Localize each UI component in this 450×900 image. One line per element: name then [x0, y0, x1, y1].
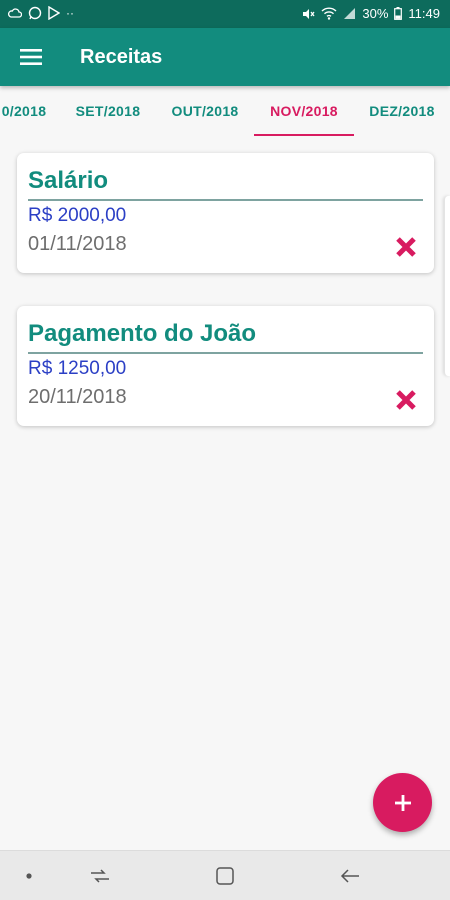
- whatsapp-icon: [28, 6, 42, 20]
- tab-set-2018[interactable]: SET/2018: [60, 86, 156, 136]
- tab-ago-2018[interactable]: 0/2018: [0, 86, 54, 136]
- active-tab-indicator: [254, 134, 354, 136]
- title-divider: [28, 199, 423, 201]
- system-nav-bar: [0, 850, 450, 900]
- back-icon: [340, 869, 359, 883]
- tab-nov-2018[interactable]: NOV/2018: [254, 86, 354, 136]
- next-page-edge: [444, 196, 450, 376]
- wifi-icon: [321, 7, 337, 20]
- receita-card[interactable]: Salário R$ 2000,00 01/11/2018: [17, 153, 434, 273]
- back-button[interactable]: [330, 851, 370, 900]
- recent-apps-button[interactable]: [80, 851, 120, 900]
- status-right-icons: 30% 11:49: [301, 6, 440, 21]
- tab-dez-2018[interactable]: DEZ/2018: [357, 86, 447, 136]
- menu-button[interactable]: [0, 28, 62, 86]
- home-button[interactable]: [205, 851, 245, 900]
- receita-date: 20/11/2018: [28, 386, 127, 408]
- more-dots-icon: ··: [66, 6, 74, 20]
- receita-value: R$ 2000,00: [28, 205, 127, 226]
- delete-icon[interactable]: [394, 388, 418, 412]
- battery-percent: 30%: [362, 6, 389, 21]
- receita-date: 01/11/2018: [28, 233, 127, 255]
- cloud-icon: [8, 8, 22, 18]
- play-store-icon: [48, 6, 60, 20]
- battery-icon: [394, 7, 403, 20]
- status-bar: ·· 30% 11:49: [0, 0, 450, 28]
- status-left-icons: ··: [8, 6, 74, 20]
- nav-dot[interactable]: [14, 851, 44, 900]
- home-icon: [216, 867, 234, 885]
- receita-title: Pagamento do João: [28, 320, 257, 347]
- receita-card[interactable]: Pagamento do João R$ 1250,00 20/11/2018: [17, 306, 434, 426]
- hamburger-menu-icon: [20, 49, 42, 65]
- mute-icon: [303, 8, 315, 19]
- title-divider: [28, 352, 423, 354]
- dot-icon: [26, 873, 32, 879]
- month-tabs: 0/2018 SET/2018 OUT/2018 NOV/2018 DEZ/20…: [0, 86, 450, 136]
- recent-apps-icon: [91, 869, 109, 883]
- receita-title: Salário: [28, 167, 109, 194]
- receita-value: R$ 1250,00: [28, 358, 127, 379]
- delete-icon[interactable]: [394, 235, 418, 259]
- tab-out-2018[interactable]: OUT/2018: [157, 86, 253, 136]
- app-bar: Receitas: [0, 28, 450, 86]
- add-receita-button[interactable]: [373, 773, 432, 832]
- page-title: Receitas: [80, 45, 163, 68]
- signal-icon: [344, 8, 356, 19]
- plus-icon: [394, 794, 411, 811]
- status-time: 11:49: [408, 6, 440, 21]
